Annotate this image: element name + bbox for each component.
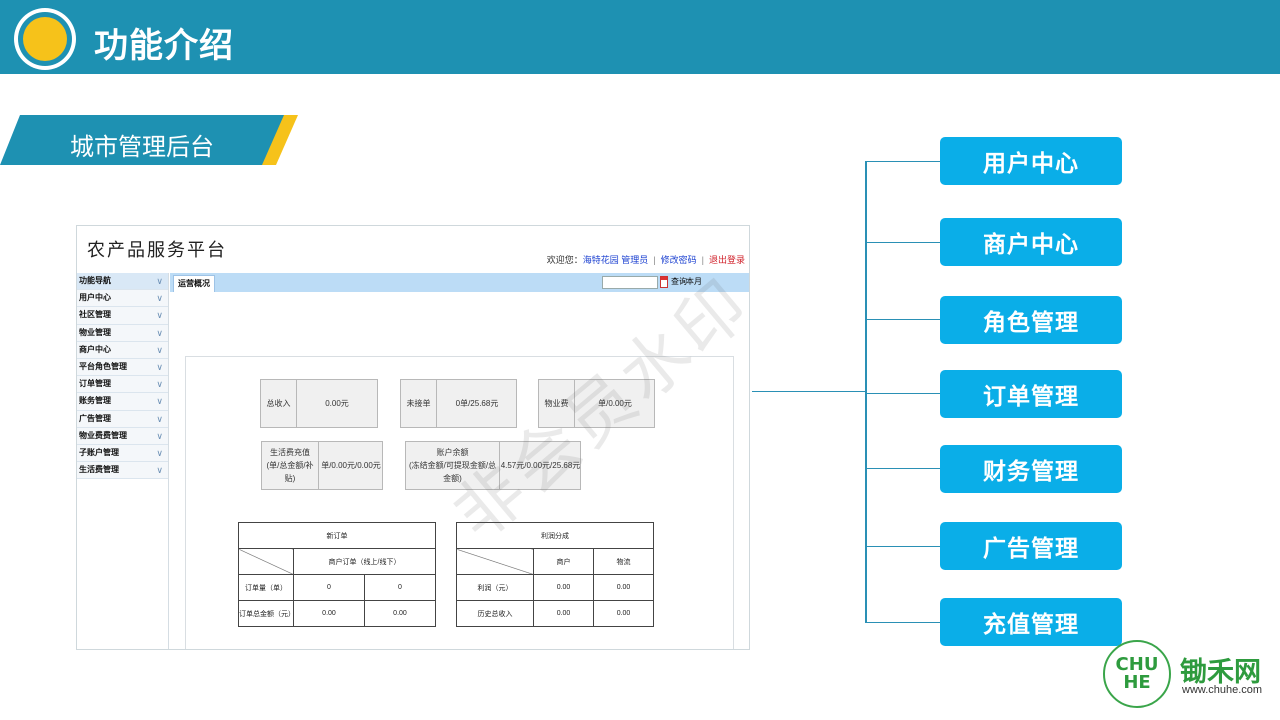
chevron-down-icon: ∨ (156, 379, 163, 390)
chevron-down-icon: ∨ (156, 344, 163, 355)
sidebar-nav: 功能导航 ∨ 用户中心 ∨ 社区管理 ∨ 物业管理 ∨ 商户中心 ∨ 平台角色管理 ∨ 订单… (77, 273, 169, 649)
table-row: 订单总金额（元） 0.00 0.00 (238, 600, 437, 627)
sidebar-item-orders[interactable]: 订单管理 ∨ (77, 376, 168, 394)
sidebar-item-merchant[interactable]: 商户中心 ∨ (77, 341, 168, 359)
sidebar-item-living-fees[interactable]: 生活费管理 ∨ (77, 462, 168, 480)
stat-card-property-fee: 物业费 单/0.00元 (538, 379, 655, 428)
chevron-down-icon: ∨ (156, 447, 163, 458)
table-row: 历史总收入 0.00 0.00 (456, 600, 654, 627)
date-input[interactable] (602, 276, 658, 289)
query-button[interactable]: 查询 (671, 276, 687, 288)
stat-card-account-balance: 账户余额 (冻结金额/可提现金额/总金额) 4.57元/0.00元/25.68元 (405, 441, 581, 490)
header-bar: 功能介绍 (0, 0, 1280, 74)
profit-table: 利润分成 商户 物流 利润（元） 0.00 0.00 历史总收入 0.00 0.00 (456, 522, 654, 627)
chevron-down-icon: ∨ (156, 430, 163, 441)
brand-url: www.chuhe.com (1182, 684, 1263, 696)
change-password-link[interactable]: 修改密码 (661, 255, 697, 265)
feature-merchant-center: 商户中心 (940, 218, 1122, 266)
connector-line (752, 391, 866, 392)
brand-logo: CHU HE (1103, 640, 1171, 708)
new-orders-table: 新订单 商户订单（线上/线下） 订单量（单） 0 0 订单总金额（元） 0.00 0.0… (238, 522, 437, 627)
stat-card-pending-orders: 未接单 0单/25.68元 (400, 379, 517, 428)
table-row: 利润（元） 0.00 0.00 (456, 574, 654, 601)
chevron-down-icon: ∨ (156, 327, 163, 338)
chevron-down-icon: ∨ (156, 396, 163, 407)
chevron-down-icon: ∨ (156, 276, 163, 286)
header-logo-dot-icon (23, 17, 67, 61)
logout-link[interactable]: 退出登录 (709, 255, 745, 265)
tab-overview[interactable]: 运营概况 (173, 275, 215, 292)
chevron-down-icon: ∨ (156, 465, 163, 476)
chevron-down-icon: ∨ (156, 310, 163, 321)
welcome-text: 欢迎您： (546, 255, 583, 265)
calendar-icon[interactable] (660, 276, 668, 288)
chevron-down-icon: ∨ (156, 413, 163, 424)
feature-recharge-management: 充值管理 (940, 598, 1122, 646)
stat-card-living-recharge: 生活费充值 (单/总金额/补贴) 单/0.00元/0.00元 (261, 441, 383, 490)
sidebar-item-roles[interactable]: 平台角色管理 ∨ (77, 358, 168, 377)
sidebar-item-community[interactable]: 社区管理 ∨ (77, 307, 168, 325)
feature-ad-management: 广告管理 (940, 522, 1122, 570)
user-name-link[interactable]: 海特花园 管理员 (583, 255, 649, 265)
feature-role-management: 角色管理 (940, 296, 1122, 344)
tree-trunk (865, 161, 867, 623)
overview-panel: 总收入 0.00元 未接单 0单/25.68元 物业费 单/0.00元 生活费充… (185, 356, 734, 649)
user-bar: 欢迎您：海特花园 管理员 | 修改密码 | 退出登录 (546, 255, 745, 265)
app-title: 农产品服务平台 (87, 240, 227, 261)
page-title: 功能介绍 (94, 27, 234, 65)
stat-card-total-income: 总收入 0.00元 (260, 379, 378, 428)
section-label: 城市管理后台 (70, 134, 214, 161)
month-button[interactable]: 本月 (686, 276, 702, 288)
feature-user-center: 用户中心 (940, 137, 1122, 185)
embedded-app-screenshot: 农产品服务平台 欢迎您：海特花园 管理员 | 修改密码 | 退出登录 功能导航 ∨ 用户中… (76, 225, 750, 650)
sidebar-item-subaccounts[interactable]: 子账户管理 ∨ (77, 444, 168, 463)
chevron-down-icon: ∨ (156, 361, 163, 372)
chevron-down-icon: ∨ (156, 293, 163, 304)
sidebar-item-property-fees[interactable]: 物业费费管理 ∨ (77, 427, 168, 445)
sidebar-header: 功能导航 ∨ (77, 273, 168, 291)
sidebar-item-accounts[interactable]: 账务管理 ∨ (77, 393, 168, 411)
feature-finance-management: 财务管理 (940, 445, 1122, 493)
feature-order-management: 订单管理 (940, 370, 1122, 418)
sidebar-item-property[interactable]: 物业管理 ∨ (77, 324, 168, 342)
sidebar-item-user-center[interactable]: 用户中心 ∨ (77, 290, 168, 308)
sidebar-item-ads[interactable]: 广告管理 ∨ (77, 410, 168, 428)
tab-bar: 运营概况 查询 本月 (170, 273, 749, 292)
table-row: 订单量（单） 0 0 (238, 574, 437, 601)
